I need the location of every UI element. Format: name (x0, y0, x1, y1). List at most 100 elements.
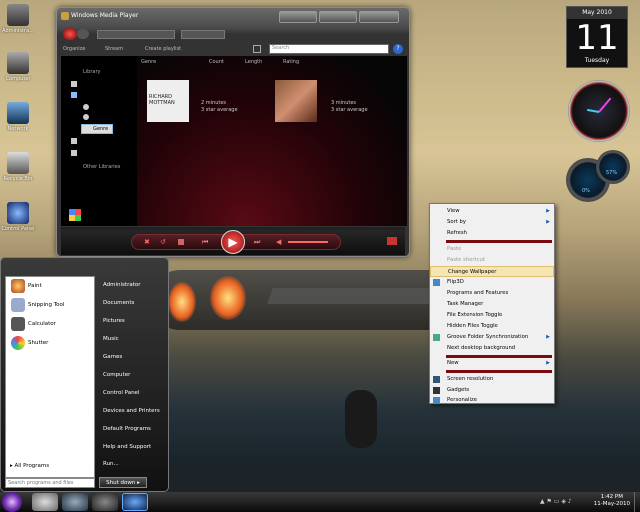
switch-to-now-playing-icon[interactable] (387, 237, 397, 245)
desktop-icon-administrator[interactable]: Administra... (0, 4, 36, 34)
memory-meter-gadget[interactable]: 57% (596, 150, 630, 184)
all-programs-button[interactable]: ▸ All Programs (10, 463, 49, 469)
menu-item-sort-by[interactable]: Sort by ▶ (430, 217, 554, 228)
genre-item[interactable]: Genre (81, 124, 113, 134)
menu-item-change-wallpaper[interactable]: Change Wallpaper (430, 266, 554, 277)
repeat-icon[interactable]: ↺ (160, 238, 166, 246)
start-item-devices-and-printers[interactable]: Devices and Printers (103, 408, 160, 414)
start-item-games[interactable]: Games (103, 354, 122, 360)
system-clock[interactable]: 1:42 PM 11-May-2010 (594, 494, 630, 508)
previous-icon[interactable]: ⏮ (202, 238, 208, 247)
view-options-icon[interactable] (253, 45, 261, 53)
stop-icon[interactable] (178, 239, 184, 245)
menu-item-file-extension-toggle[interactable]: File Extension Toggle (430, 310, 554, 321)
menu-item-label: Hidden Files Toggle (447, 323, 498, 329)
menu-item-programs-and-features[interactable]: Programs and Features (430, 288, 554, 299)
desktop-icon-computer[interactable]: Computer (0, 52, 36, 82)
back-button[interactable] (63, 28, 77, 40)
menu-item-groove-folder-sync[interactable]: Groove Folder Synchronization ▶ (430, 332, 554, 343)
taskbar-button-ie[interactable] (32, 493, 58, 511)
column-header-length[interactable]: Length (245, 59, 262, 65)
menu-item-label: Task Manager (447, 301, 484, 307)
menu-item-view[interactable]: View ▶ (430, 206, 554, 217)
program-calculator[interactable]: Calculator (10, 315, 56, 333)
menu-item-label: New (447, 360, 459, 366)
play-button[interactable]: ▶ (221, 230, 245, 254)
create-playlist-menu[interactable]: Create playlist (145, 46, 181, 52)
search-input[interactable]: Search (269, 44, 389, 54)
calendar-gadget[interactable]: May 2010 11 Tuesday (566, 6, 628, 68)
library-item[interactable]: Library (83, 69, 100, 75)
minimize-button[interactable] (279, 11, 317, 23)
taskbar-button-app[interactable] (122, 493, 148, 511)
artist-icon[interactable] (83, 104, 89, 110)
shutdown-arrow-icon[interactable]: ▸ (135, 480, 140, 486)
album-cover[interactable] (275, 80, 317, 122)
menu-separator (446, 240, 552, 243)
menu-item-paste-shortcut[interactable]: Paste shortcut (430, 255, 554, 266)
album-rating: 3 star average (331, 107, 368, 113)
menu-item-hidden-files-toggle[interactable]: Hidden Files Toggle (430, 321, 554, 332)
album-icon[interactable] (83, 114, 89, 120)
column-header-genre[interactable]: Genre (141, 59, 156, 65)
start-item-help-and-support[interactable]: Help and Support (103, 444, 151, 450)
column-header-count[interactable]: Count (209, 59, 224, 65)
program-snipping-tool[interactable]: Snipping Tool (10, 296, 64, 314)
mute-icon[interactable]: ◀ (276, 238, 281, 246)
start-item-default-programs[interactable]: Default Programs (103, 426, 151, 432)
menu-item-refresh[interactable]: Refresh (430, 228, 554, 239)
menu-item-task-manager[interactable]: Task Manager (430, 299, 554, 310)
program-paint[interactable]: Paint (10, 277, 42, 295)
organize-menu[interactable]: Organize (63, 46, 85, 52)
breadcrumb[interactable] (97, 30, 175, 39)
breadcrumb[interactable] (181, 30, 225, 39)
menu-item-flip3d[interactable]: Flip3D (430, 277, 554, 288)
media-player-window[interactable]: Windows Media Player Organize Stream Cre… (56, 7, 410, 257)
taskbar-button-explorer[interactable] (92, 493, 118, 511)
menu-item-gadgets[interactable]: Gadgets (430, 385, 554, 396)
start-search-input[interactable]: Search programs and files (5, 478, 95, 488)
playlist-icon[interactable] (71, 81, 77, 87)
next-icon[interactable]: ⏭ (254, 238, 260, 247)
other-libraries-item[interactable]: Other Libraries (83, 164, 120, 170)
menu-item-label: Sort by (447, 219, 467, 225)
start-item-pictures[interactable]: Pictures (103, 318, 125, 324)
menu-item-screen-resolution[interactable]: Screen resolution (430, 374, 554, 385)
start-button[interactable] (2, 492, 22, 512)
show-desktop-button[interactable] (634, 492, 640, 512)
menu-item-paste[interactable]: Paste (430, 244, 554, 255)
start-item-control-panel[interactable]: Control Panel (103, 390, 139, 396)
desktop-icon-network[interactable]: Network (0, 102, 36, 132)
stream-menu[interactable]: Stream (105, 46, 123, 52)
program-shutter[interactable]: Shutter (10, 334, 48, 352)
maximize-button[interactable] (319, 11, 357, 23)
start-item-documents[interactable]: Documents (103, 300, 134, 306)
clock-gadget[interactable] (568, 80, 630, 142)
genre-label: Genre (93, 126, 109, 132)
clock-hand (598, 97, 612, 113)
videos-icon[interactable] (71, 138, 77, 144)
start-item-administrator[interactable]: Administrator (103, 282, 141, 288)
forward-button[interactable] (77, 29, 89, 39)
menu-item-label: Programs and Features (447, 290, 509, 296)
menu-item-personalize[interactable]: Personalize (430, 396, 554, 405)
pictures-icon[interactable] (71, 150, 77, 156)
desktop-icon-recycle-bin[interactable]: Recycle Bin (0, 152, 36, 182)
taskbar-button-media[interactable] (62, 493, 88, 511)
playback-controls: ✖ ↺ ⏮ ⏭ ◀ ▶ (61, 227, 405, 255)
volume-slider[interactable] (288, 241, 328, 243)
start-item-computer[interactable]: Computer (103, 372, 130, 378)
shutdown-button[interactable]: Shut down ▸ (99, 477, 147, 488)
album-cover[interactable]: RICHARD MOTTMAN (147, 80, 189, 122)
shuffle-icon[interactable]: ✖ (144, 238, 150, 246)
close-button[interactable] (359, 11, 399, 23)
music-icon[interactable] (71, 92, 77, 98)
column-header-rating[interactable]: Rating (283, 59, 299, 65)
menu-item-new[interactable]: New ▶ (430, 358, 554, 369)
start-item-run[interactable]: Run... (103, 461, 119, 467)
help-icon[interactable]: ? (393, 44, 403, 54)
desktop-icon-control-panel[interactable]: Control Panel (0, 202, 36, 232)
menu-item-next-desktop-background[interactable]: Next desktop background (430, 343, 554, 354)
start-item-music[interactable]: Music (103, 336, 119, 342)
tray-icons[interactable]: ▲ ⚑ ▭ ◈ ♪ (540, 498, 588, 506)
